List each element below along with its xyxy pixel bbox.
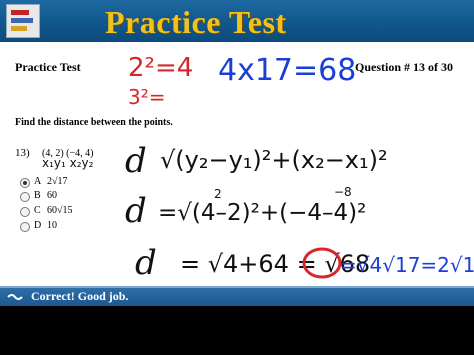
hw-step3-d: d — [135, 243, 157, 283]
hw-square3: 3²= — [128, 85, 166, 109]
app-logo — [6, 4, 40, 38]
hw-step2: =√(4–2)²+(−4–4)² — [158, 200, 366, 226]
hw-step2-sup2: −8 — [334, 185, 352, 199]
feedback-message: Correct! Good job. — [31, 289, 129, 303]
hw-step2-d: d — [125, 191, 147, 231]
hw-coordinate-labels: x₁y₁ x₂y₂ — [42, 156, 94, 170]
hw-square2: 2²=4 — [128, 53, 193, 83]
hw-formula-d: d — [125, 141, 147, 181]
check-icon — [7, 294, 23, 300]
app-banner: Practice Test — [0, 0, 474, 42]
hw-product: 4x17=68 — [218, 53, 356, 88]
question-panel: Practice Test Question # 13 of 30 Find t… — [0, 42, 474, 286]
feedback-bar: Correct! Good job. — [0, 286, 474, 306]
app-title: Practice Test — [105, 4, 287, 40]
handwriting-overlay: 2²=4 3²= 4x17=68 x₁y₁ x₂y₂ d √(y₂−y₁)²+(… — [42, 53, 474, 283]
hw-step3-tail: =√4√17=2√17 — [340, 253, 474, 277]
hw-formula: √(y₂−y₁)²+(x₂−x₁)² — [160, 146, 388, 174]
hw-step2-sup1: 2 — [214, 187, 222, 201]
